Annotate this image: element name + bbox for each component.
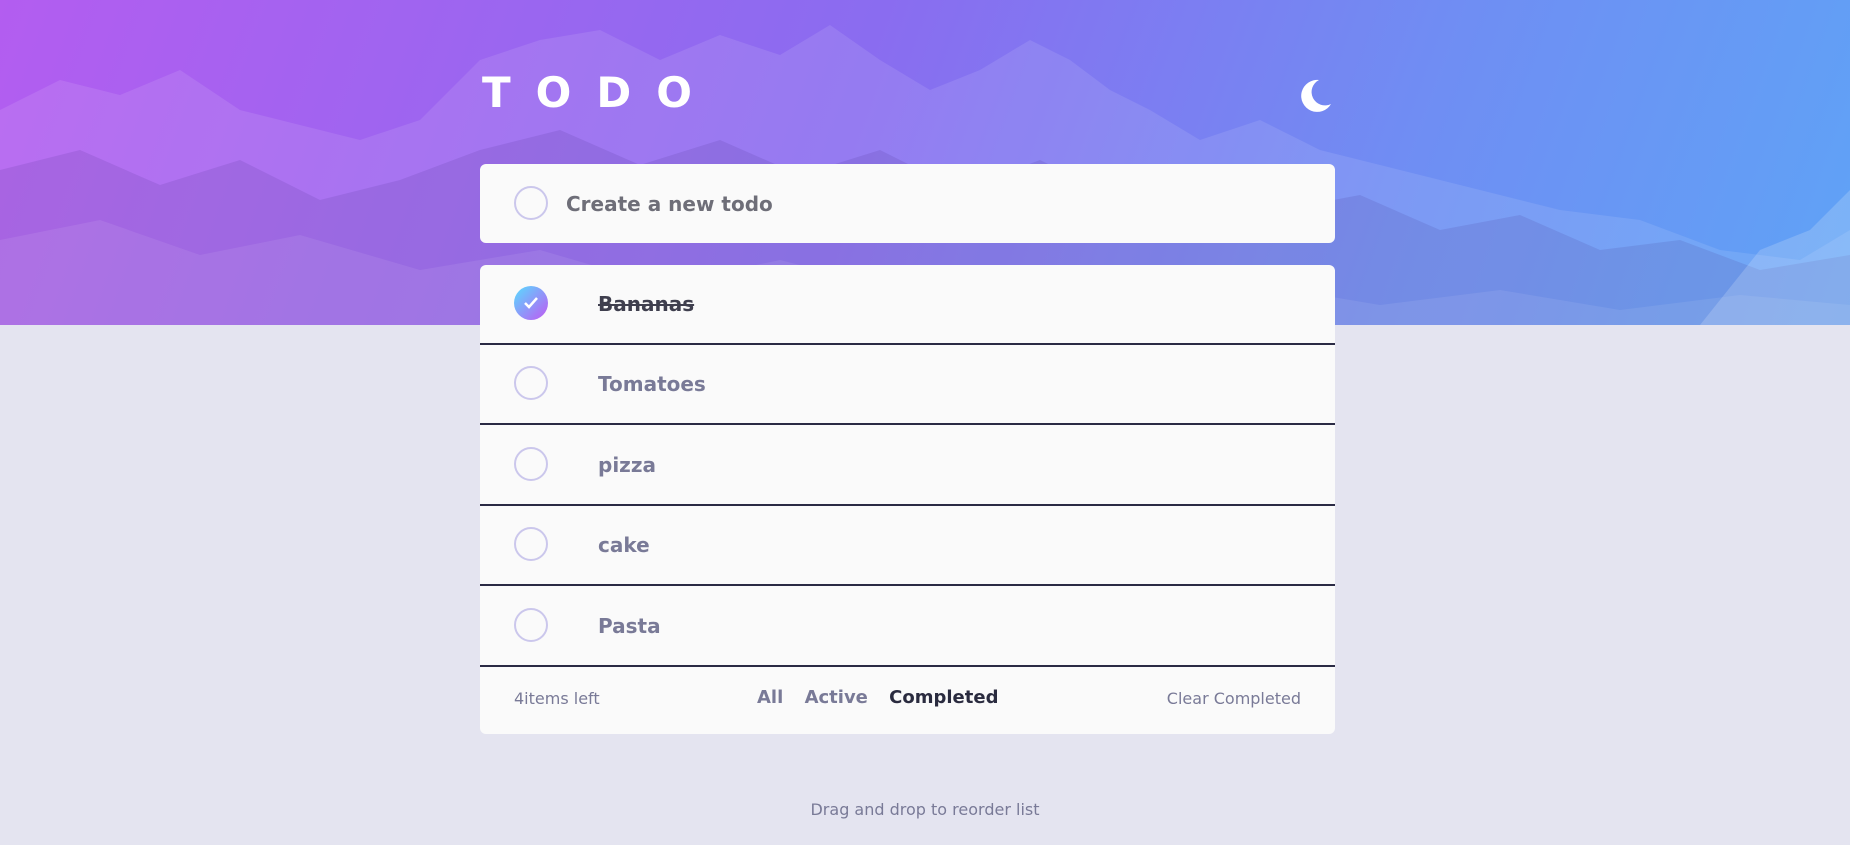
drag-hint: Drag and drop to reorder list	[810, 800, 1040, 819]
filter-all[interactable]: All	[757, 687, 783, 708]
new-todo-input[interactable]	[566, 184, 1306, 224]
todo-item[interactable]: Bananas	[480, 265, 1335, 345]
checkbox-circle-icon[interactable]	[514, 527, 548, 561]
checkbox-circle-icon[interactable]	[514, 608, 548, 642]
checkbox-circle-icon[interactable]	[514, 447, 548, 481]
todo-item[interactable]: Tomatoes	[480, 345, 1335, 425]
items-left-count: 4items left	[514, 689, 600, 708]
checkbox-circle-icon[interactable]	[514, 366, 548, 400]
todo-item[interactable]: pizza	[480, 426, 1335, 506]
todo-item-label: Pasta	[598, 614, 661, 638]
new-todo-bar	[480, 164, 1335, 243]
new-todo-circle-icon	[514, 186, 548, 220]
todo-item[interactable]: cake	[480, 506, 1335, 586]
todo-item-label: Tomatoes	[598, 372, 706, 396]
todo-list: Bananas Tomatoes pizza cake Pasta 4items…	[480, 265, 1335, 734]
filter-group: All Active Completed	[757, 687, 1013, 708]
app-header: TODO	[482, 68, 1335, 118]
todo-item-label: cake	[598, 533, 650, 557]
moon-icon[interactable]	[1297, 78, 1333, 114]
todo-item[interactable]: Pasta	[480, 587, 1335, 667]
todo-item-label: pizza	[598, 453, 656, 477]
app-title: TODO	[482, 68, 717, 117]
filter-completed[interactable]: Completed	[889, 687, 998, 708]
check-icon[interactable]	[514, 286, 548, 320]
clear-completed-button[interactable]: Clear Completed	[1167, 689, 1301, 708]
list-footer: 4items left All Active Completed Clear C…	[480, 667, 1335, 734]
filter-active[interactable]: Active	[805, 687, 868, 708]
todo-item-label: Bananas	[598, 292, 695, 316]
